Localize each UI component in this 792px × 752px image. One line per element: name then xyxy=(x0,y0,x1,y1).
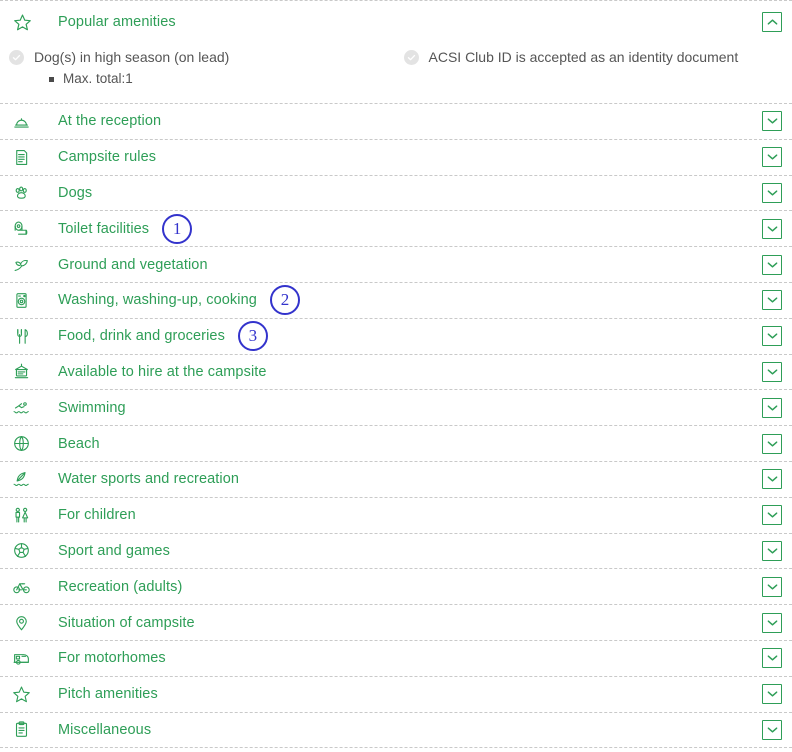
category-row[interactable]: Food, drink and groceries xyxy=(0,319,792,354)
category-label: Ground and vegetation xyxy=(58,256,208,273)
category-row[interactable]: Campsite rules xyxy=(0,140,792,175)
expand-category-button[interactable] xyxy=(762,576,782,597)
motorhome-icon xyxy=(9,646,33,670)
category-row[interactable]: Recreation (adults) xyxy=(0,569,792,604)
category-label: Campsite rules xyxy=(58,149,157,166)
category-label: For motorhomes xyxy=(58,650,166,667)
popular-amenities-body: Dog(s) in high season (on lead) Max. tot… xyxy=(0,43,792,103)
popular-column-right: ACSI Club ID is accepted as an identity … xyxy=(396,47,783,89)
plant-leaf-icon xyxy=(9,253,33,277)
expand-category-button[interactable] xyxy=(762,540,782,561)
football-icon xyxy=(9,539,33,563)
beach-ball-icon xyxy=(9,432,33,456)
amenity-item: ACSI Club ID is accepted as an identity … xyxy=(403,47,783,67)
expand-category-button[interactable] xyxy=(762,290,782,311)
windsurf-icon xyxy=(9,467,33,491)
category-row[interactable]: Ground and vegetation xyxy=(0,247,792,282)
category-label: Washing, washing-up, cooking xyxy=(58,292,257,309)
expand-category-button[interactable] xyxy=(762,469,782,490)
category-row[interactable]: At the reception xyxy=(0,104,792,139)
popular-amenities-header[interactable]: Popular amenities xyxy=(0,1,792,43)
category-row[interactable]: For children xyxy=(0,498,792,533)
amenity-label: ACSI Club ID is accepted as an identity … xyxy=(428,49,739,65)
expand-category-button[interactable] xyxy=(762,505,782,526)
expand-category-button[interactable] xyxy=(762,326,782,347)
category-label: Beach xyxy=(58,435,100,452)
category-label: Food, drink and groceries xyxy=(58,328,225,345)
bullet-icon xyxy=(49,77,54,82)
category-row[interactable]: Available to hire at the campsite xyxy=(0,355,792,390)
category-row[interactable]: Toilet facilities xyxy=(0,211,792,246)
expand-category-button[interactable] xyxy=(762,254,782,275)
category-label: Water sports and recreation xyxy=(58,471,240,488)
clipboard-icon xyxy=(9,718,33,742)
category-label: Available to hire at the campsite xyxy=(58,363,267,380)
expand-category-button[interactable] xyxy=(762,147,782,168)
star-icon xyxy=(9,682,33,706)
category-label: For children xyxy=(58,507,136,524)
category-row[interactable]: Beach xyxy=(0,426,792,461)
category-row[interactable]: Situation of campsite xyxy=(0,605,792,640)
cutlery-icon xyxy=(9,324,33,348)
divider-bottom xyxy=(0,747,792,749)
category-label: Sport and games xyxy=(58,542,170,559)
category-row[interactable]: Sport and games xyxy=(0,534,792,569)
category-label: Toilet facilities xyxy=(58,220,150,237)
category-row[interactable]: Swimming xyxy=(0,390,792,425)
expand-category-button[interactable] xyxy=(762,111,782,132)
category-label: Swimming xyxy=(58,399,126,416)
check-circle-icon xyxy=(9,50,24,65)
page-title: Popular amenities xyxy=(58,14,176,30)
category-row[interactable]: Dogs xyxy=(0,176,792,211)
rules-document-icon xyxy=(9,145,33,169)
expand-category-button[interactable] xyxy=(762,182,782,203)
category-row[interactable]: Miscellaneous xyxy=(0,713,792,748)
check-circle-icon xyxy=(403,50,419,65)
amenity-label: Dog(s) in high season (on lead) xyxy=(34,49,230,65)
expand-category-button[interactable] xyxy=(762,719,782,740)
children-icon xyxy=(9,503,33,527)
expand-category-button[interactable] xyxy=(762,612,782,633)
amenity-detail-text: Max. total:1 xyxy=(63,71,133,86)
category-row[interactable]: For motorhomes xyxy=(0,641,792,676)
category-label: Situation of campsite xyxy=(58,614,195,631)
map-pin-icon xyxy=(9,611,33,635)
category-label: At the reception xyxy=(58,113,162,130)
category-list: At the reception Campsite rules Dogs Toilet… xyxy=(0,103,792,749)
toilet-roll-icon xyxy=(9,217,33,241)
category-row[interactable]: Pitch amenities xyxy=(0,677,792,712)
reception-bell-icon xyxy=(9,109,33,133)
washing-machine-icon xyxy=(9,288,33,312)
amenities-panel: Popular amenities Dog(s) in high season … xyxy=(0,0,792,752)
expand-category-button[interactable] xyxy=(762,648,782,669)
expand-category-button[interactable] xyxy=(762,397,782,418)
expand-category-button[interactable] xyxy=(762,218,782,239)
category-row[interactable]: Washing, washing-up, cooking xyxy=(0,283,792,318)
amenity-detail: Max. total:1 xyxy=(49,69,396,89)
category-label: Miscellaneous xyxy=(58,721,152,738)
paw-print-icon xyxy=(9,181,33,205)
bicycle-icon xyxy=(9,575,33,599)
category-row[interactable]: Water sports and recreation xyxy=(0,462,792,497)
star-icon xyxy=(9,9,35,35)
collapse-popular-button[interactable] xyxy=(762,12,782,32)
category-label: Pitch amenities xyxy=(58,686,158,703)
category-label: Recreation (adults) xyxy=(58,578,183,595)
swimmer-icon xyxy=(9,396,33,420)
rental-sign-icon xyxy=(9,360,33,384)
category-label: Dogs xyxy=(58,184,93,201)
popular-column-left: Dog(s) in high season (on lead) Max. tot… xyxy=(9,47,396,89)
amenity-item: Dog(s) in high season (on lead) xyxy=(9,47,396,67)
expand-category-button[interactable] xyxy=(762,684,782,705)
expand-category-button[interactable] xyxy=(762,361,782,382)
expand-category-button[interactable] xyxy=(762,433,782,454)
